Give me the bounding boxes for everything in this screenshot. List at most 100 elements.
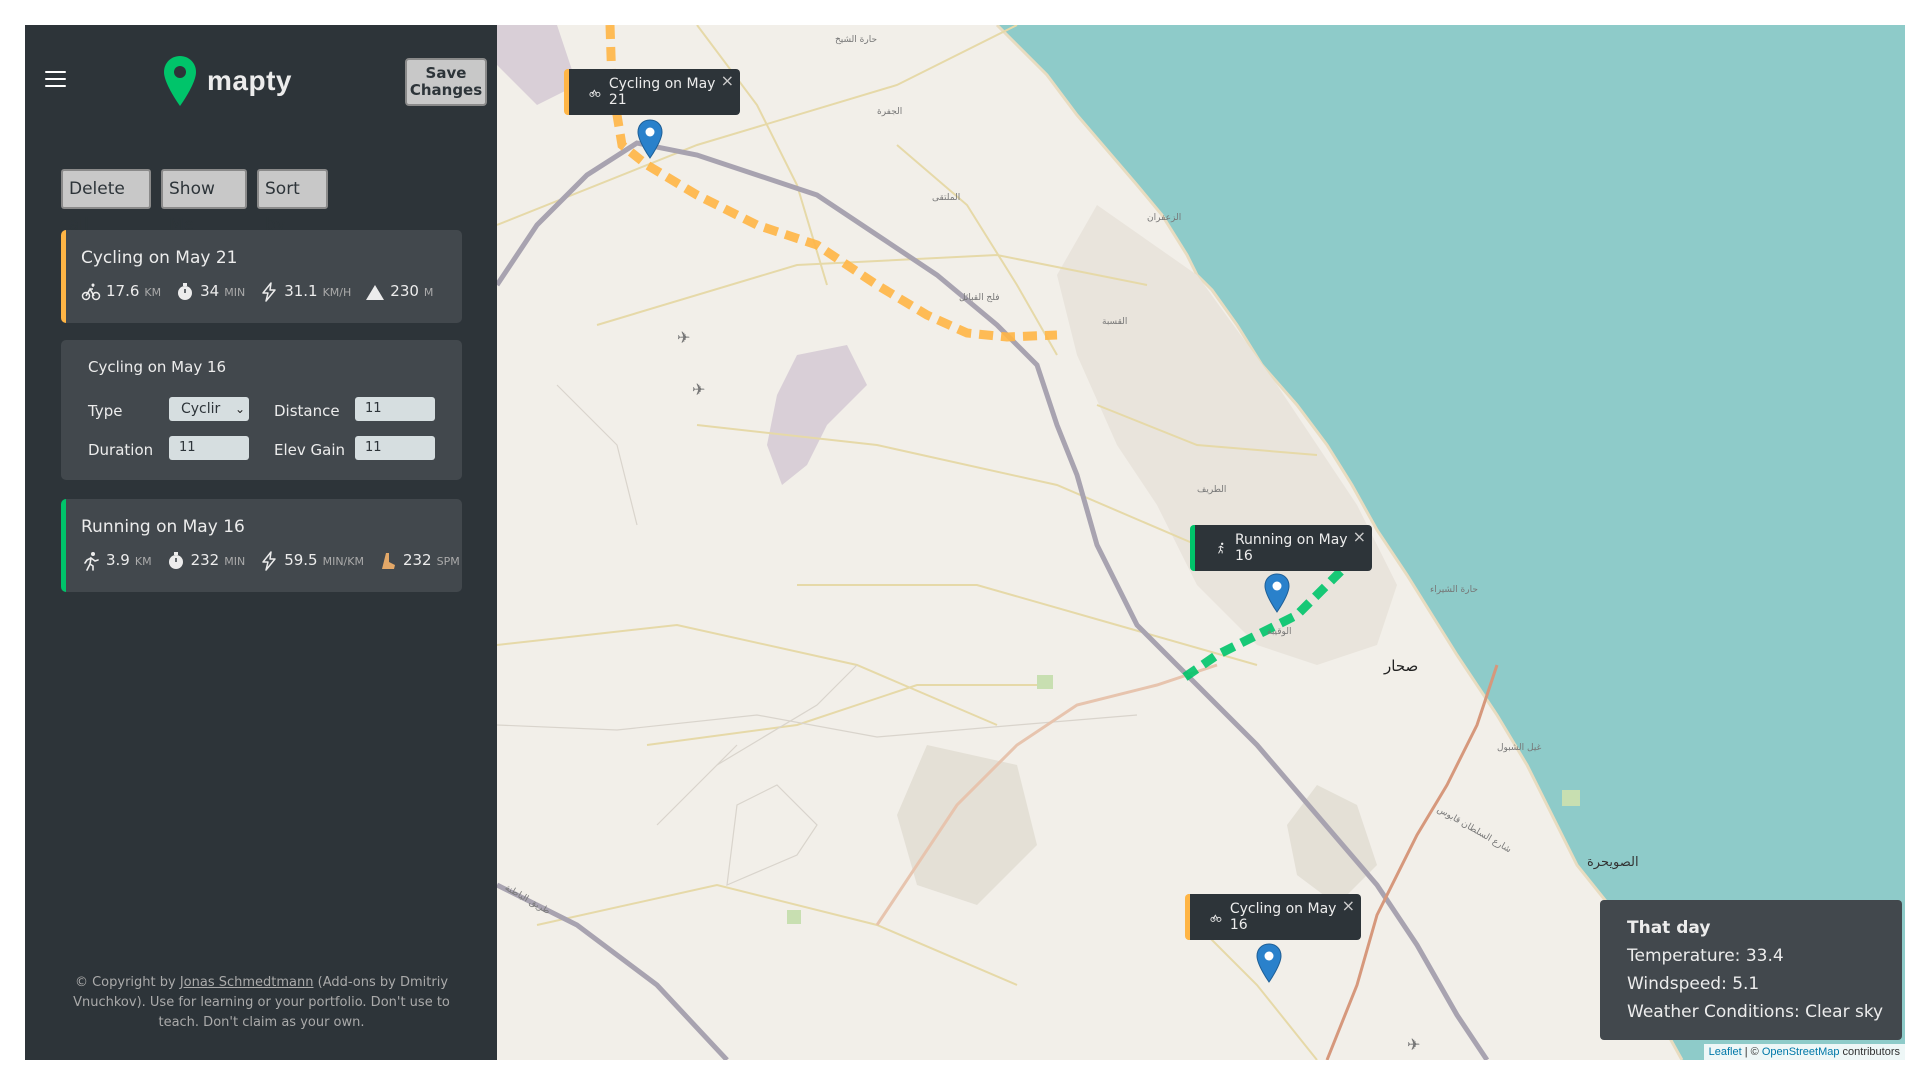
stat-unit: spm [436, 555, 460, 568]
stat-value: 230 [390, 282, 419, 300]
workout-speed: 31.1 km/h [259, 282, 351, 302]
distance-input[interactable]: 11 [355, 397, 435, 421]
chevron-down-icon: ⌄ [234, 402, 245, 416]
stat-unit: km [144, 286, 162, 299]
stat-value: 59.5 [284, 551, 318, 569]
map-attribution: Leaflet | © OpenStreetMap contributors [1703, 1044, 1905, 1060]
menu-icon[interactable] [45, 71, 66, 89]
place-label-shirra: حارة الشيراء [1430, 585, 1478, 595]
close-icon[interactable]: × [1353, 527, 1366, 546]
leaflet-link[interactable]: Leaflet [1709, 1046, 1742, 1058]
place-label-jafra: الجفرة [877, 107, 903, 117]
place-label-qasba: القسبة [1102, 317, 1128, 327]
stat-value: 34 [200, 282, 220, 300]
map-marker-icon[interactable] [1264, 573, 1290, 613]
place-label-tareef: الطريف [1197, 485, 1227, 495]
popup-cycling-may16[interactable]: Cycling on May 16 × [1185, 894, 1361, 953]
logo-text: mapty [207, 65, 292, 96]
workout-card-running[interactable]: Running on May 16 3.9 km 232 min 59.5 mi… [61, 499, 462, 592]
workout-duration: 34 min [175, 282, 245, 302]
workout-details: 17.6 km 34 min 31.1 km/h 230 m [81, 282, 447, 302]
copyright-prefix: © Copyright by [74, 975, 180, 990]
place-label-sohar: صحار [1384, 657, 1419, 675]
sort-by-button[interactable]: Sort by [257, 169, 328, 235]
workout-distance: 17.6 km [81, 282, 161, 302]
close-icon[interactable]: × [1342, 896, 1355, 915]
duration-input[interactable]: 11 [169, 436, 249, 460]
runner-icon [84, 552, 99, 571]
elev-gain-input[interactable]: 11 [355, 436, 435, 460]
edit-workout-form: Cycling on May 16 Type Cyclir ⌄ Distance… [61, 340, 462, 480]
type-select[interactable]: Cyclir ⌄ [169, 397, 249, 421]
copyright-text: © Copyright by Jonas Schmedtmann (Add-on… [61, 973, 462, 1033]
elev-gain-label: Elev Gain [274, 441, 346, 459]
sidebar: mapty Save Changes Delete all Show Me So… [25, 25, 497, 1060]
stat-value: 17.6 [106, 282, 140, 300]
workout-distance: 3.9 km [81, 551, 152, 571]
place-label-wuqaibah: الوقيبة [1267, 627, 1292, 637]
workout-details: 3.9 km 232 min 59.5 min/km 232 spm [81, 551, 474, 571]
weather-windspeed: Windspeed: 5.1 [1627, 974, 1760, 994]
place-label-zaafaran: الزعفران [1147, 213, 1182, 223]
stat-unit: km [134, 555, 152, 568]
app-frame: mapty Save Changes Delete all Show Me So… [25, 25, 1905, 1060]
map-marker-icon[interactable] [637, 119, 663, 159]
svg-text:✈: ✈ [1407, 1037, 1420, 1054]
stat-unit: min/km [322, 555, 364, 568]
workout-elevation: 230 m [365, 282, 433, 302]
osm-link[interactable]: OpenStreetMap [1762, 1046, 1840, 1058]
attribution-sep: | © [1741, 1046, 1762, 1058]
popup-label: Cycling on May 16 [1229, 901, 1337, 933]
workout-cadence: 232 spm [378, 551, 460, 571]
runner-icon [1218, 542, 1224, 554]
place-label-shaykh: حارة الشيخ [835, 35, 878, 45]
popup-label: Cycling on May 21 [608, 76, 716, 108]
save-label-line1: Save [425, 64, 467, 82]
type-select-value: Cyclir [181, 401, 221, 417]
workout-title: Running on May 16 [81, 517, 245, 537]
bike-icon [81, 283, 101, 301]
stat-unit: km/h [322, 286, 352, 299]
lightning-icon [262, 282, 276, 302]
mountain-icon [366, 285, 385, 300]
workout-title: Cycling on May 21 [81, 248, 238, 268]
workout-duration: 232 min [166, 551, 246, 571]
map[interactable]: ✈ ✈ ✈ صحار الصويحرة طريق الباطنة حارة ال… [497, 25, 1905, 1060]
sidebar-header: mapty Save Changes [25, 25, 497, 135]
bike-icon [589, 89, 601, 97]
show-me-button[interactable]: Show Me [161, 169, 247, 235]
author-link[interactable]: Jonas Schmedtmann [180, 975, 314, 990]
stat-value: 3.9 [106, 551, 130, 569]
attribution-tail: contributors [1839, 1046, 1900, 1058]
stat-unit: m [423, 286, 434, 299]
popup-cycling-may21[interactable]: Cycling on May 21 × [564, 69, 740, 128]
popup-label: Running on May 16 [1234, 532, 1348, 564]
workout-card-cycling[interactable]: Cycling on May 21 17.6 km 34 min 31.1 km… [61, 230, 462, 323]
stat-unit: min [224, 286, 246, 299]
workout-pace: 59.5 min/km [259, 551, 364, 571]
delete-all-button[interactable]: Delete all [61, 169, 151, 235]
lightning-icon [262, 551, 276, 571]
close-icon[interactable]: × [721, 71, 734, 90]
map-pin-logo-icon [164, 56, 196, 106]
place-label-falaj: فلج القبائل [959, 293, 1000, 303]
save-changes-button[interactable]: Save Changes [405, 58, 487, 106]
distance-label: Distance [274, 402, 340, 420]
weather-title: That day [1627, 918, 1711, 938]
stat-value: 31.1 [284, 282, 318, 300]
weather-temperature: Temperature: 33.4 [1627, 946, 1784, 966]
place-label-ghayl: غيل الشبول [1497, 743, 1542, 753]
edit-form-title: Cycling on May 16 [88, 358, 227, 376]
stat-value: 232 [402, 551, 432, 569]
bike-icon [1210, 914, 1222, 922]
popup-running-may16[interactable]: Running on May 16 × [1190, 525, 1372, 584]
stat-unit: min [224, 555, 246, 568]
weather-conditions: Weather Conditions: Clear sky [1627, 1002, 1884, 1022]
footprint-icon [381, 553, 395, 569]
duration-label: Duration [88, 441, 154, 459]
map-marker-icon[interactable] [1256, 943, 1282, 983]
stat-value: 232 [190, 551, 220, 569]
stopwatch-icon [178, 283, 193, 300]
svg-text:✈: ✈ [677, 330, 690, 347]
stopwatch-icon [168, 552, 183, 569]
